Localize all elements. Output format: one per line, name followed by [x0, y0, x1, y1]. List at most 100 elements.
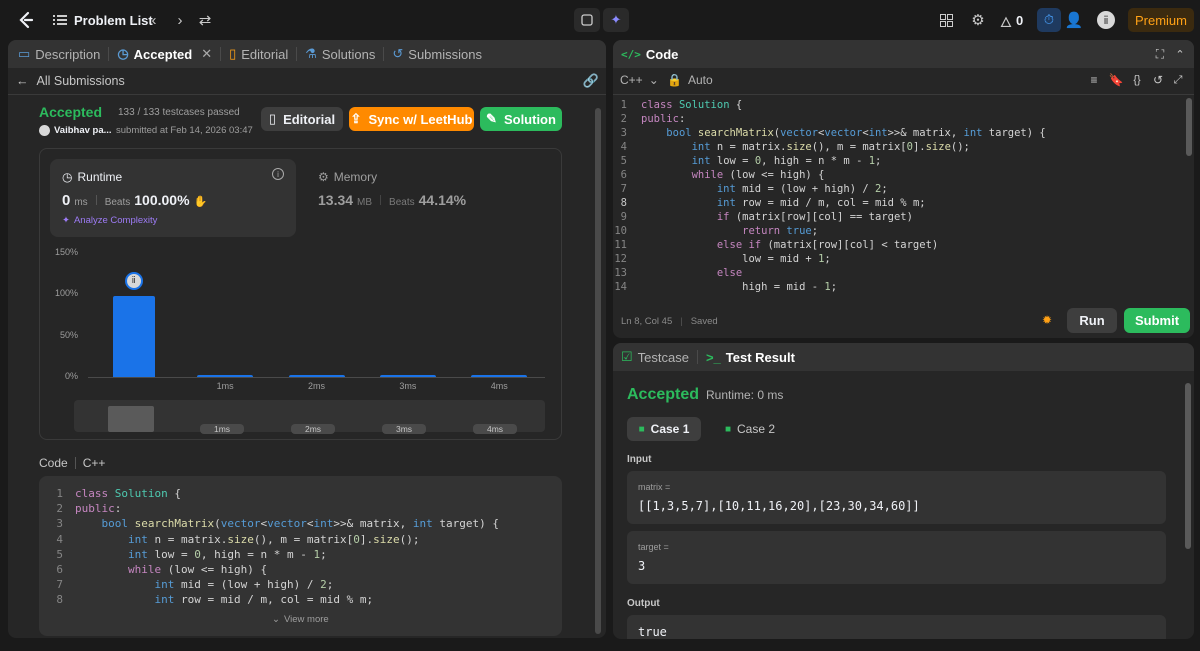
line-number: 2: [56, 502, 63, 516]
chevron-right-icon[interactable]: ›: [172, 11, 188, 29]
y-tick-label: 150%: [54, 247, 78, 257]
navigator-selection[interactable]: [108, 406, 154, 432]
chevron-up-icon[interactable]: ⌃: [1173, 46, 1187, 62]
tab-solutions[interactable]: ⚗ Solutions: [297, 40, 383, 68]
line-number: 11: [614, 239, 627, 251]
test-result-panel: ☑ Testcase >_ Test Result Accepted Runtime…: [613, 343, 1194, 639]
code-tab[interactable]: </> Code: [613, 40, 686, 68]
case-2-tab[interactable]: ■ Case 2: [713, 417, 787, 441]
code-line[interactable]: 9 if (matrix[row][col] == target): [613, 210, 1183, 224]
line-number: 7: [56, 578, 63, 592]
timer-button[interactable]: ⏱: [1037, 8, 1061, 32]
code-line[interactable]: 14 high = mid - 1;: [613, 280, 1183, 294]
expand-icon[interactable]: ⤢: [1171, 73, 1185, 87]
view-more-link[interactable]: ⌄ View more: [272, 614, 329, 625]
add-user-icon[interactable]: 👤: [1064, 11, 1084, 29]
chevron-left-icon[interactable]: ‹: [146, 11, 162, 29]
clock-icon: ◷: [117, 46, 129, 61]
code-line[interactable]: 10 return true;: [613, 224, 1183, 238]
link-icon[interactable]: 🔗: [582, 72, 600, 90]
code-line[interactable]: 2 public:: [613, 112, 1183, 126]
chart-navigator[interactable]: 1ms 2ms 3ms 4ms: [74, 400, 545, 434]
code-line[interactable]: 4 int n = matrix.size(), m = matrix[0].s…: [613, 140, 1183, 154]
run-button[interactable]: Run: [1067, 308, 1117, 333]
clap-icon: ✋: [193, 196, 208, 208]
target-input[interactable]: target = 3: [627, 531, 1166, 584]
reset-icon[interactable]: ↺: [1151, 73, 1165, 87]
code-line[interactable]: 11 else if (matrix[row][col] < target): [613, 238, 1183, 252]
line-number: 9: [620, 211, 627, 223]
analyze-complexity-link[interactable]: ✦ Analyze Complexity: [62, 215, 157, 226]
list-icon[interactable]: [52, 12, 68, 28]
chart-bar[interactable]: [379, 374, 436, 377]
bookmark-icon[interactable]: 🔖: [1109, 73, 1124, 87]
code-line[interactable]: 3 bool searchMatrix(vector<vector<int>>&…: [613, 126, 1183, 140]
submit-button[interactable]: Submit: [1124, 308, 1190, 333]
chart-bar[interactable]: [112, 295, 155, 377]
back-link[interactable]: ← All Submissions: [16, 74, 125, 88]
cursor-position: Ln 8, Col 45 | Saved: [621, 316, 718, 327]
code-line[interactable]: 6 while (low <= high) {: [613, 168, 1183, 182]
info-icon[interactable]: i: [272, 168, 284, 180]
tab-description[interactable]: ▭ Description: [8, 40, 108, 68]
editorial-button[interactable]: ▯ Editorial: [261, 107, 343, 131]
code-language: C++: [82, 456, 106, 470]
solution-button[interactable]: ✎ Solution: [480, 107, 562, 131]
sync-leethub-button[interactable]: ⇪ Sync w/ LeetHub: [349, 107, 474, 131]
code-line: 6 while (low <= high) {: [39, 562, 562, 577]
code-line[interactable]: 8 int row = mid / m, col = mid % m;: [613, 196, 1183, 210]
language-select[interactable]: C++ ⌄: [620, 73, 659, 87]
username[interactable]: Vaibhav pa...: [54, 125, 112, 136]
save-status: Saved: [690, 316, 718, 327]
code-text: else: [716, 267, 743, 279]
result-scrollbar[interactable]: [1185, 383, 1191, 549]
layout-icon[interactable]: [938, 12, 954, 28]
shuffle-icon[interactable]: ⇄: [196, 11, 214, 29]
case-1-tab[interactable]: ■ Case 1: [627, 417, 701, 441]
tab-submissions[interactable]: ↺ Submissions: [384, 40, 490, 68]
format-icon[interactable]: ≡: [1087, 73, 1101, 87]
ai-button[interactable]: ✦: [603, 8, 629, 32]
braces-icon[interactable]: {}: [1130, 73, 1144, 87]
debug-icon[interactable]: ✹: [1039, 312, 1055, 328]
memory-card[interactable]: ⚙ Memory 13.34 MB Beats 44.14%: [306, 159, 546, 237]
code-line[interactable]: 1 class Solution {: [613, 98, 1183, 112]
tab-testcase[interactable]: ☑ Testcase: [613, 343, 697, 371]
line-number: 8: [56, 593, 63, 607]
left-scrollbar[interactable]: [595, 108, 601, 634]
code-line[interactable]: 13 else: [613, 266, 1183, 280]
arrow-left-icon: ←: [16, 74, 29, 88]
code-line[interactable]: 12 low = mid + 1;: [613, 252, 1183, 266]
code-line[interactable]: 7 int mid = (low + high) / 2;: [613, 182, 1183, 196]
tab-test-result[interactable]: >_ Test Result: [698, 343, 803, 371]
notes-button[interactable]: [574, 8, 600, 32]
book-icon: ▯: [268, 111, 277, 126]
matrix-input[interactable]: matrix = [[1,3,5,7],[10,11,16,20],[23,30…: [627, 471, 1166, 524]
chart-bar[interactable]: [197, 374, 254, 377]
memory-value: 13.34: [318, 192, 354, 208]
premium-button[interactable]: Premium: [1128, 8, 1194, 32]
problem-list-link[interactable]: Problem List: [74, 13, 153, 28]
maximize-icon[interactable]: ⛶: [1153, 46, 1167, 62]
chart-bar[interactable]: [288, 374, 345, 377]
code-line[interactable]: 5 int low = 0, high = n * m - 1;: [613, 154, 1183, 168]
chevron-down-icon: ⌄: [272, 614, 280, 625]
mode-select[interactable]: 🔒 Auto: [667, 73, 713, 87]
code-line: 4 int n = matrix.size(), m = matrix[0].s…: [39, 532, 562, 547]
tab-editorial[interactable]: ▯ Editorial: [221, 40, 296, 68]
gear-icon[interactable]: ⚙: [969, 11, 987, 29]
line-number: 12: [614, 253, 627, 265]
chart-bar[interactable]: [471, 374, 528, 377]
note-icon: [581, 14, 593, 26]
left-tabs: ▭ Description ◷ Accepted ✕ ▯ Editorial ⚗ Solu…: [8, 40, 606, 68]
tab-accepted[interactable]: ◷ Accepted ✕: [109, 40, 220, 68]
code-editor[interactable]: 1 class Solution {2 public: 3 bool searchMa…: [613, 98, 1183, 298]
close-icon[interactable]: ✕: [201, 46, 212, 62]
fire-icon[interactable]: 🜂: [998, 11, 1014, 30]
avatar[interactable]: ⅱ: [1097, 11, 1115, 29]
chip-icon: ⚙: [318, 170, 329, 184]
editor-scrollbar[interactable]: [1186, 98, 1192, 156]
leetcode-logo-icon[interactable]: [16, 10, 36, 30]
code-text: int low = 0, high = n * m - 1;: [691, 155, 882, 167]
runtime-card[interactable]: ◷ Runtime i 0 ms Beats 100.00% ✋ ✦ Analyze…: [50, 159, 296, 237]
